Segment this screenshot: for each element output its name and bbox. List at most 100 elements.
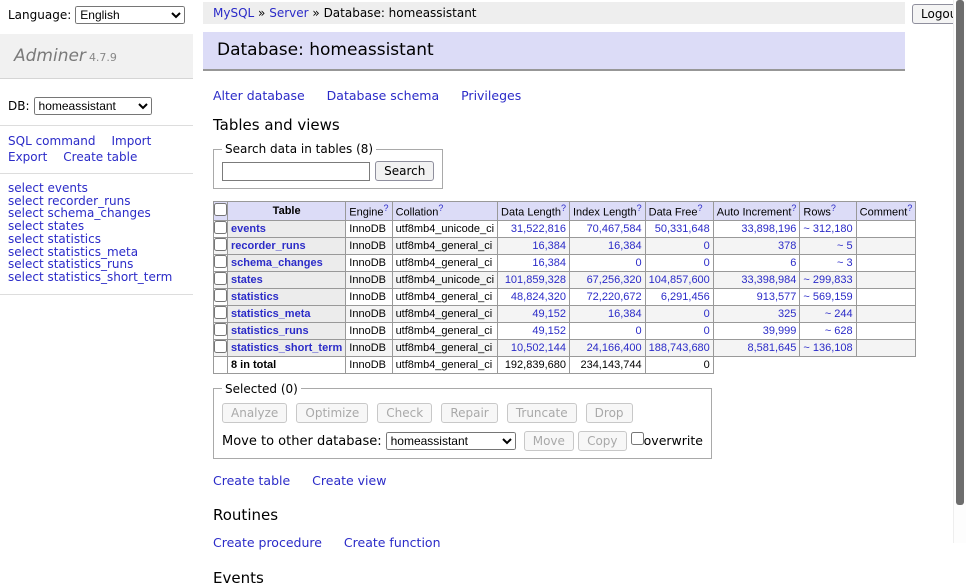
sidebar-item-select-statistics[interactable]: select statistics <box>8 233 193 246</box>
table-name-link[interactable]: states <box>231 274 263 286</box>
overwrite-checkbox[interactable] <box>631 432 644 445</box>
collation-hint-link[interactable]: ? <box>438 203 443 213</box>
sidebar-item-select-statistics-short-term[interactable]: select statistics_short_term <box>8 271 193 284</box>
data-free-link[interactable]: 6,291,456 <box>661 291 710 303</box>
row-checkbox[interactable] <box>214 323 227 336</box>
create-procedure-link[interactable]: Create procedure <box>213 535 322 550</box>
data-length-link[interactable]: 101,859,328 <box>505 274 566 286</box>
search-button[interactable]: Search <box>375 161 434 181</box>
optimize-button[interactable]: Optimize <box>296 403 368 423</box>
sidebar-import-link[interactable]: Import <box>111 134 151 148</box>
breadcrumb-mysql-link[interactable]: MySQL <box>213 6 254 20</box>
drop-button[interactable]: Drop <box>586 403 633 423</box>
data-length-link[interactable]: 10,502,144 <box>511 342 566 354</box>
table-name-link[interactable]: statistics <box>231 291 279 303</box>
index-length-link[interactable]: 16,384 <box>608 240 642 252</box>
data-length-hint-link[interactable]: ? <box>561 203 566 213</box>
check-button[interactable]: Check <box>377 403 432 423</box>
row-checkbox[interactable] <box>214 306 227 319</box>
comment-hint-link[interactable]: ? <box>907 203 912 213</box>
privileges-link[interactable]: Privileges <box>461 88 521 103</box>
data-free-link[interactable]: 0 <box>704 308 710 320</box>
breadcrumb-server-link[interactable]: Server <box>269 6 308 20</box>
rows-count-link[interactable]: ~ 136,108 <box>803 342 852 354</box>
data-length-link[interactable]: 16,384 <box>532 240 566 252</box>
rows-count-link[interactable]: ~ 628 <box>825 325 853 337</box>
sidebar-create-table-link[interactable]: Create table <box>63 150 137 164</box>
analyze-button[interactable]: Analyze <box>222 403 287 423</box>
table-name-link[interactable]: events <box>231 223 266 235</box>
table-name-link[interactable]: schema_changes <box>231 257 323 269</box>
data-free-link[interactable]: 104,857,600 <box>649 274 710 286</box>
table-name-link[interactable]: statistics_runs <box>231 325 309 337</box>
rows-count-link[interactable]: ~ 312,180 <box>803 223 852 235</box>
create-view-link[interactable]: Create view <box>312 473 386 488</box>
data-length-link[interactable]: 16,384 <box>532 257 566 269</box>
copy-button[interactable]: Copy <box>578 431 626 451</box>
page-scrollbar-thumb[interactable] <box>956 0 964 505</box>
data-length-link[interactable]: 48,824,320 <box>511 291 566 303</box>
auto-increment-link[interactable]: 913,577 <box>757 291 797 303</box>
language-select[interactable]: English <box>75 6 185 24</box>
row-checkbox[interactable] <box>214 272 227 285</box>
sidebar-item-select-states[interactable]: select states <box>8 220 193 233</box>
table-name-link[interactable]: statistics_meta <box>231 308 311 320</box>
auto-increment-link[interactable]: 33,898,196 <box>741 223 796 235</box>
rows-hint-link[interactable]: ? <box>831 203 836 213</box>
data-free-link[interactable]: 188,743,680 <box>649 342 710 354</box>
data-free-link[interactable]: 0 <box>704 240 710 252</box>
index-length-link[interactable]: 67,256,320 <box>587 274 642 286</box>
auto-increment-link[interactable]: 39,999 <box>763 325 797 337</box>
rows-count-link[interactable]: ~ 5 <box>837 240 853 252</box>
auto-increment-hint-link[interactable]: ? <box>791 203 796 213</box>
data-free-link[interactable]: 0 <box>704 325 710 337</box>
index-length-link[interactable]: 16,384 <box>608 308 642 320</box>
rows-count-link[interactable]: ~ 299,833 <box>803 274 852 286</box>
index-length-link[interactable]: 72,220,672 <box>587 291 642 303</box>
db-select[interactable]: homeassistant <box>34 97 152 115</box>
database-schema-link[interactable]: Database schema <box>327 88 439 103</box>
auto-increment-link[interactable]: 8,581,645 <box>747 342 796 354</box>
sidebar-sql-command-link[interactable]: SQL command <box>8 134 95 148</box>
data-free-link[interactable]: 50,331,648 <box>655 223 710 235</box>
auto-increment-link[interactable]: 378 <box>778 240 796 252</box>
move-db-select[interactable]: homeassistant <box>386 432 516 450</box>
rows-count-link[interactable]: ~ 569,159 <box>803 291 852 303</box>
data-free-hint-link[interactable]: ? <box>698 203 703 213</box>
auto-increment-link[interactable]: 325 <box>778 308 796 320</box>
data-length-link[interactable]: 49,152 <box>532 325 566 337</box>
data-free-link[interactable]: 0 <box>704 257 710 269</box>
row-checkbox[interactable] <box>214 238 227 251</box>
move-button[interactable]: Move <box>524 431 574 451</box>
select-all-checkbox[interactable] <box>214 203 227 216</box>
search-input[interactable] <box>222 162 370 181</box>
engine-hint-link[interactable]: ? <box>384 203 389 213</box>
create-table-link[interactable]: Create table <box>213 473 290 488</box>
truncate-button[interactable]: Truncate <box>507 403 577 423</box>
row-checkbox[interactable] <box>214 340 227 353</box>
auto-increment-link[interactable]: 6 <box>790 257 796 269</box>
data-length-link[interactable]: 49,152 <box>532 308 566 320</box>
alter-database-link[interactable]: Alter database <box>213 88 305 103</box>
repair-button[interactable]: Repair <box>441 403 497 423</box>
row-checkbox[interactable] <box>214 255 227 268</box>
sidebar-export-link[interactable]: Export <box>8 150 47 164</box>
auto-increment-link[interactable]: 33,398,984 <box>741 274 796 286</box>
sidebar-item-select-events[interactable]: select events <box>8 182 193 195</box>
create-function-link[interactable]: Create function <box>344 535 441 550</box>
table-name-link[interactable]: recorder_runs <box>231 240 306 252</box>
rows-count-link[interactable]: ~ 3 <box>837 257 853 269</box>
index-length-link[interactable]: 0 <box>636 325 642 337</box>
app-logo-link[interactable]: Adminer4.7.9 <box>14 46 117 66</box>
index-length-hint-link[interactable]: ? <box>637 203 642 213</box>
table-name-link[interactable]: statistics_short_term <box>231 342 342 354</box>
index-length-link[interactable]: 70,467,584 <box>587 223 642 235</box>
row-checkbox[interactable] <box>214 221 227 234</box>
index-length-link[interactable]: 0 <box>636 257 642 269</box>
overwrite-label[interactable]: overwrite <box>644 433 703 448</box>
row-checkbox[interactable] <box>214 289 227 302</box>
index-length-link[interactable]: 24,166,400 <box>587 342 642 354</box>
data-length-link[interactable]: 31,522,816 <box>511 223 566 235</box>
page-scrollbar-track[interactable] <box>953 0 966 543</box>
rows-count-link[interactable]: ~ 244 <box>825 308 853 320</box>
